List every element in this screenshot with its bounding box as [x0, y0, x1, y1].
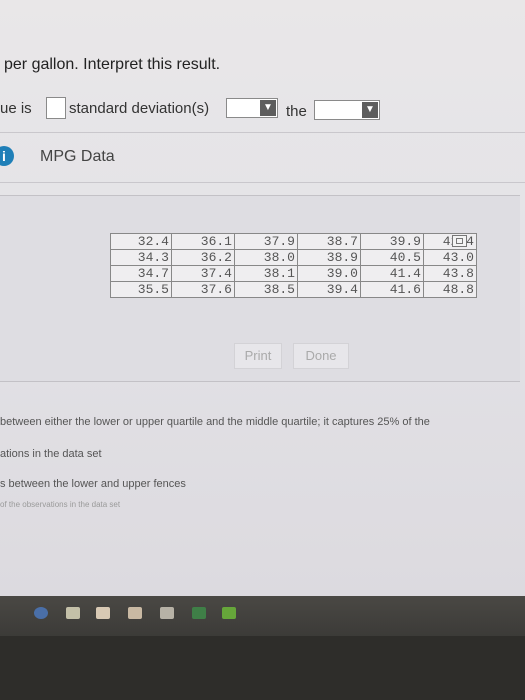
answer-prefix: ue is — [0, 100, 32, 117]
print-button[interactable]: Print — [234, 343, 282, 369]
chevron-down-icon: ▼ — [260, 100, 276, 116]
table-cell: 39.9 — [360, 233, 424, 250]
option-text-4: of the observations in the data set — [0, 500, 121, 509]
folder-icon[interactable] — [96, 607, 110, 619]
table-row: 32.436.137.938.739.942.4 — [110, 233, 477, 250]
table-cell: 37.4 — [171, 265, 235, 282]
done-button[interactable]: Done — [293, 343, 349, 369]
browser-viewport: per gallon. Interpret this result. ue is… — [0, 0, 525, 600]
table-cell: 41.6 — [360, 281, 424, 298]
answer-connector: the — [286, 103, 307, 120]
table-cell: 34.7 — [110, 265, 172, 282]
table-cell: 39.0 — [297, 265, 361, 282]
table-cell: 38.1 — [234, 265, 298, 282]
chevron-down-icon: ▼ — [362, 102, 378, 118]
green-app-icon[interactable] — [192, 607, 206, 619]
mpg-data-title: MPG Data — [40, 148, 115, 165]
mpg-data-table: 32.436.137.938.739.942.434.336.238.038.9… — [110, 233, 477, 298]
table-row: 34.7 37.4 38.1 39.0 41.4 43.8 — [110, 265, 477, 282]
table-cell: 48.8 — [423, 281, 477, 298]
direction-dropdown[interactable]: ▼ — [226, 98, 278, 118]
taskbar — [0, 596, 525, 636]
table-cell: 39.4 — [297, 281, 361, 298]
answer-middle-text: standard deviation(s) — [69, 100, 210, 117]
table-cell: 36.2 — [171, 249, 235, 266]
table-cell: 38.0 — [234, 249, 298, 266]
option-text-3: s between the lower and upper fences — [0, 478, 186, 490]
reference-dropdown[interactable]: ▼ — [314, 100, 380, 120]
table-cell: 42.4 — [423, 233, 477, 250]
value-answer-box[interactable] — [46, 97, 66, 119]
mail-icon[interactable] — [66, 607, 80, 619]
section-divider — [0, 132, 525, 133]
table-cell: 41.4 — [360, 265, 424, 282]
app-icon[interactable] — [160, 607, 174, 619]
table-cell: 43.0 — [423, 249, 477, 266]
table-cell: 38.9 — [297, 249, 361, 266]
table-cell: 40.5 — [360, 249, 424, 266]
device-bezel — [0, 636, 525, 700]
answer-row: ue is standard deviation(s) ▼ the ▼ — [0, 97, 400, 121]
section-divider — [0, 182, 525, 183]
table-cell: 38.5 — [234, 281, 298, 298]
copy-icon[interactable] — [452, 235, 467, 247]
table-cell: 37.6 — [171, 281, 235, 298]
table-cell: 38.7 — [297, 233, 361, 250]
store-icon[interactable] — [128, 607, 142, 619]
green-app-icon[interactable] — [222, 607, 236, 619]
table-cell: 36.1 — [171, 233, 235, 250]
table-cell: 32.4 — [110, 233, 172, 250]
option-text-1: between either the lower or upper quarti… — [0, 416, 430, 428]
mpg-data-panel: 32.436.137.938.739.942.434.336.238.038.9… — [0, 195, 520, 382]
browser-icon[interactable] — [34, 607, 48, 619]
info-icon[interactable]: i — [0, 146, 14, 166]
table-cell: 43.8 — [423, 265, 477, 282]
question-text: per gallon. Interpret this result. — [4, 56, 221, 73]
table-cell: 35.5 — [110, 281, 172, 298]
table-row: 35.5 37.6 38.5 39.4 41.6 48.8 — [110, 281, 477, 298]
option-text-2: ations in the data set — [0, 448, 102, 460]
table-row: 34.3 36.2 38.0 38.9 40.5 43.0 — [110, 249, 477, 266]
table-cell: 34.3 — [110, 249, 172, 266]
table-cell: 37.9 — [234, 233, 298, 250]
